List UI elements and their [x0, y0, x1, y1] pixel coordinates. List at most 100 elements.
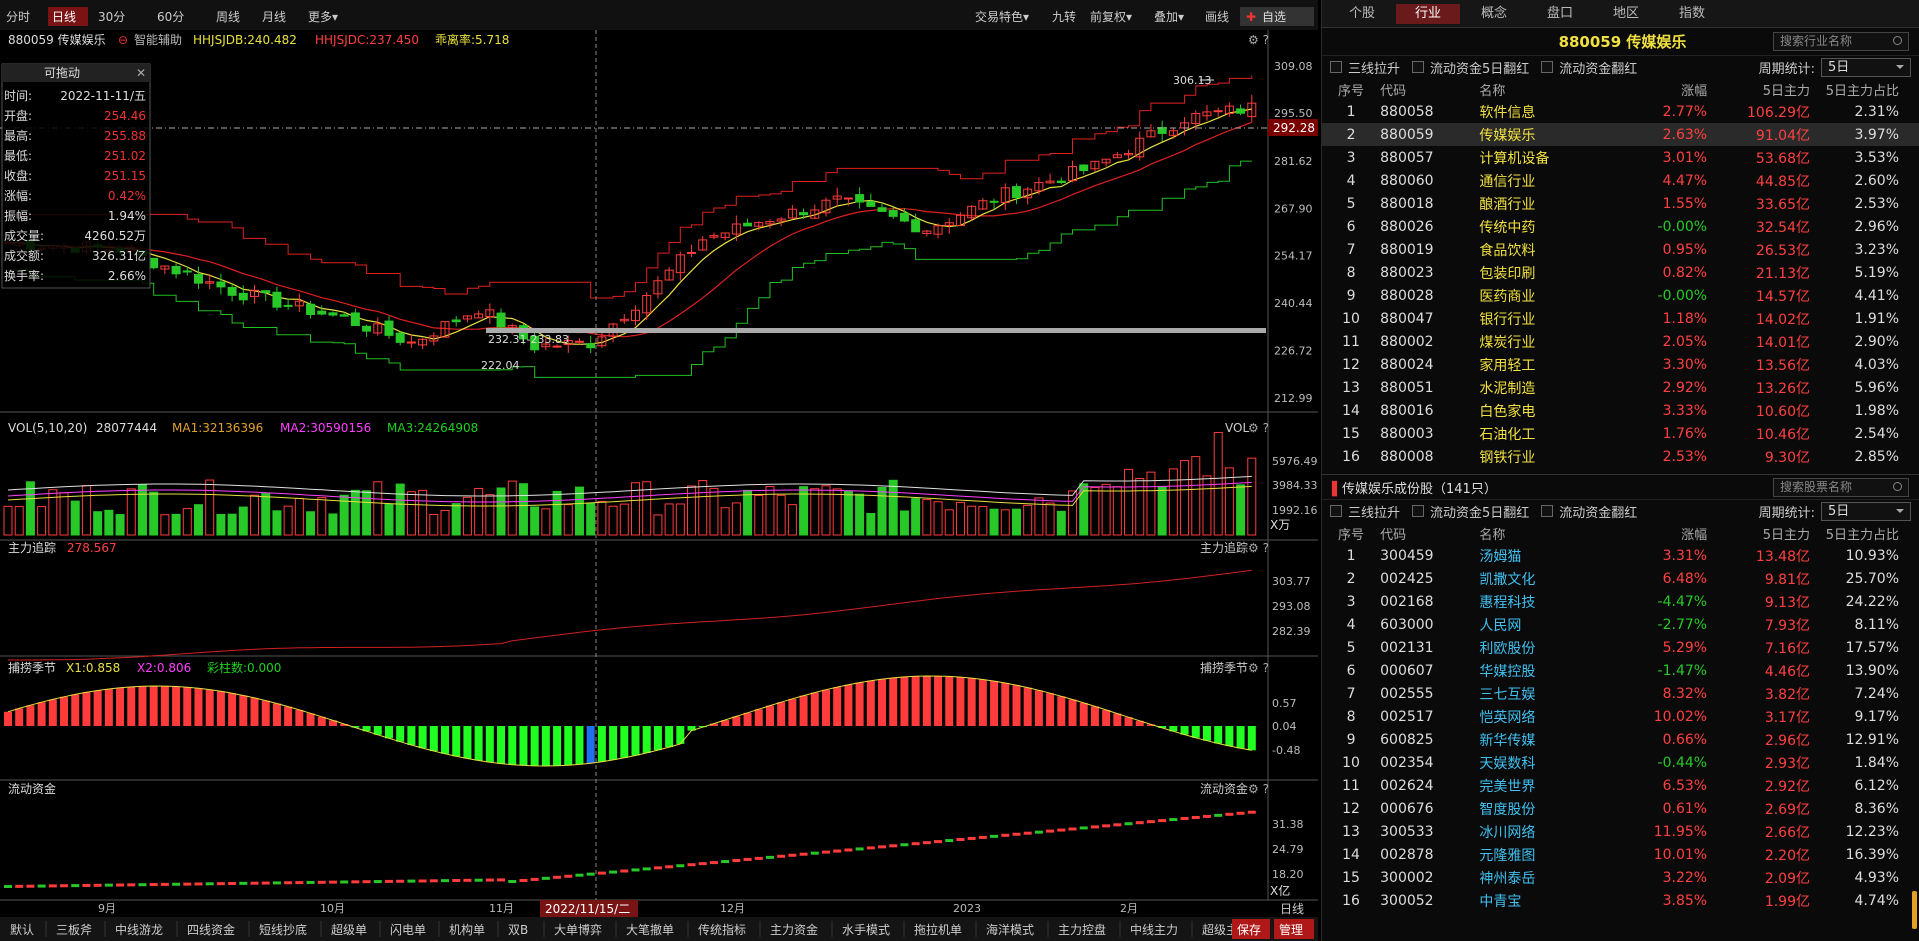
bottom-tab[interactable]: 默认 — [10, 922, 34, 937]
toolbar-btn[interactable]: 分时 — [6, 10, 30, 24]
industry-search-input[interactable]: 搜索行业名称 — [1772, 32, 1909, 51]
watch-button[interactable]: 自选 — [1262, 10, 1286, 24]
checkbox-icon[interactable] — [1412, 61, 1425, 73]
bottom-tab[interactable]: 超级单 — [331, 922, 367, 937]
table-row[interactable]: 11 880002 煤炭行业 2.05% 14.01亿 2.90% — [1322, 330, 1919, 353]
table-row[interactable]: 13 300533 冰川网络 11.95% 2.66亿 12.23% — [1322, 820, 1919, 843]
scrollbar-thumb[interactable] — [1912, 891, 1917, 929]
table-row[interactable]: 9 600825 新华传媒 0.66% 2.96亿 12.91% — [1322, 728, 1919, 751]
bottom-tab[interactable]: 四线资金 — [187, 922, 235, 937]
toolbar-right-btn[interactable]: 画线 — [1205, 10, 1229, 24]
col-header[interactable]: 序号 — [1322, 522, 1380, 544]
bottom-tab[interactable]: 大单博弈 — [554, 922, 602, 937]
stock-search-input[interactable]: 搜索股票名称 — [1773, 477, 1909, 497]
table-row[interactable]: 3 002168 惠程科技 -4.47% 9.13亿 24.22% — [1322, 590, 1919, 613]
table-row[interactable]: 1 880058 软件信息 2.77% 106.29亿 2.31% — [1322, 100, 1919, 123]
toolbar-right-btn[interactable]: 前复权▾ — [1090, 9, 1132, 24]
table-row[interactable]: 16 880008 钢铁行业 2.53% 9.30亿 2.85% — [1322, 445, 1919, 468]
table-row[interactable]: 14 002878 元隆雅图 10.01% 2.20亿 16.39% — [1322, 843, 1919, 866]
bottom-tab[interactable]: 短线抄底 — [259, 922, 307, 937]
table-row[interactable]: 7 002555 三七互娱 8.32% 3.82亿 7.24% — [1322, 682, 1919, 705]
bottom-tab[interactable]: 闪电单 — [390, 923, 426, 937]
table-row[interactable]: 2 002425 凯撒文化 6.48% 9.81亿 25.70% — [1322, 567, 1919, 590]
filter-2[interactable]: 流动资金翻红 — [1541, 502, 1637, 521]
bottom-tab[interactable]: 拖拉机单 — [914, 922, 962, 937]
table-row[interactable]: 6 000607 华媒控股 -1.47% 4.46亿 13.90% — [1322, 659, 1919, 682]
period-select[interactable]: 5日 — [1821, 57, 1911, 77]
filter-1[interactable]: 流动资金5日翻红 — [1412, 58, 1529, 77]
bottom-tab[interactable]: 大笔撤单 — [626, 922, 674, 937]
table-row[interactable]: 16 300052 中青宝 3.85% 1.99亿 4.74% — [1322, 889, 1919, 912]
save-button[interactable]: 保存 — [1237, 923, 1261, 937]
filter-0[interactable]: 三线拉升 — [1330, 502, 1400, 521]
chart-area[interactable]: 309.08 295.50 281.62 267.90 254.17 240.44 226.… — [0, 0, 1318, 941]
table-row[interactable]: 15 300002 神州泰岳 3.22% 2.09亿 4.93% — [1322, 866, 1919, 889]
checkbox-icon[interactable] — [1412, 505, 1425, 517]
bottom-tab[interactable]: 传统指标 — [698, 922, 746, 937]
table-row[interactable]: 2 880059 传媒娱乐 2.63% 91.04亿 3.97% — [1322, 123, 1919, 146]
bottom-tab[interactable]: 中线游龙 — [115, 922, 163, 937]
table-row[interactable]: 4 880060 通信行业 4.47% 44.85亿 2.60% — [1322, 169, 1919, 192]
table-row[interactable]: 8 002517 恺英网络 10.02% 3.17亿 9.17% — [1322, 705, 1919, 728]
table-row[interactable]: 15 880003 石油化工 1.76% 10.46亿 2.54% — [1322, 422, 1919, 445]
bottom-tab[interactable]: 海洋模式 — [986, 922, 1034, 937]
bottom-tab[interactable]: 双B — [508, 923, 528, 937]
bottom-tab[interactable]: 三板斧 — [56, 923, 92, 937]
table-row[interactable]: 3 880057 计算机设备 3.01% 53.68亿 3.53% — [1322, 146, 1919, 169]
table-row[interactable]: 9 880028 医药商业 -0.00% 14.57亿 4.41% — [1322, 284, 1919, 307]
table-row[interactable]: 13 880051 水泥制造 2.92% 13.26亿 5.96% — [1322, 376, 1919, 399]
col-header[interactable]: 5日主力占比 — [1810, 78, 1919, 100]
col-header[interactable]: 序号 — [1322, 78, 1380, 100]
filter-2[interactable]: 流动资金翻红 — [1541, 58, 1637, 77]
table-row[interactable]: 14 880016 白色家电 3.33% 10.60亿 1.98% — [1322, 399, 1919, 422]
side-tab-3[interactable]: 盘口 — [1528, 4, 1592, 24]
toolbar-right-btn[interactable]: 叠加▾ — [1154, 10, 1184, 24]
checkbox-icon[interactable] — [1330, 505, 1342, 517]
col-header[interactable]: 名称 — [1479, 78, 1610, 100]
checkbox-icon[interactable] — [1541, 61, 1554, 73]
col-header[interactable]: 5日主力占比 — [1810, 522, 1919, 544]
table-row[interactable]: 10 002354 天娱数科 -0.44% 2.93亿 1.84% — [1322, 751, 1919, 774]
bottom-tab[interactable]: 机构单 — [449, 922, 485, 937]
bottom-tab[interactable]: 主力控盘 — [1058, 922, 1106, 937]
col-header[interactable]: 5日主力 — [1707, 522, 1810, 544]
table-row[interactable]: 12 880024 家用轻工 3.30% 13.56亿 4.03% — [1322, 353, 1919, 376]
side-tab-1[interactable]: 行业 — [1396, 3, 1460, 24]
bottom-tab[interactable]: 水手模式 — [842, 923, 890, 937]
col-header[interactable]: 5日主力 — [1707, 78, 1810, 100]
col-header[interactable]: 涨幅 — [1610, 78, 1707, 100]
col-header[interactable]: 代码 — [1380, 78, 1479, 100]
table-row[interactable]: 5 880018 酿酒行业 1.55% 33.65亿 2.53% — [1322, 192, 1919, 215]
side-tab-2[interactable]: 概念 — [1462, 4, 1526, 24]
checkbox-icon[interactable] — [1541, 505, 1554, 517]
bottom-tab[interactable]: 中线主力 — [1130, 922, 1178, 937]
checkbox-icon[interactable] — [1330, 61, 1342, 73]
toolbar-right-btn[interactable]: 交易特色▾ — [975, 9, 1029, 24]
table-row[interactable]: 8 880023 包装印刷 0.82% 21.13亿 5.19% — [1322, 261, 1919, 284]
col-header[interactable]: 代码 — [1380, 522, 1479, 544]
side-tab-5[interactable]: 指数 — [1660, 4, 1724, 24]
side-tab-4[interactable]: 地区 — [1594, 4, 1658, 24]
toolbar-btn[interactable]: 月线 — [262, 10, 286, 24]
col-header[interactable]: 涨幅 — [1610, 522, 1707, 544]
toolbar-right-btn[interactable]: 九转 — [1052, 9, 1076, 24]
table-row[interactable]: 10 880047 银行行业 1.18% 14.02亿 1.91% — [1322, 307, 1919, 330]
toolbar-btn[interactable]: 30分 — [98, 10, 125, 24]
manage-button[interactable]: 管理 — [1279, 922, 1303, 937]
table-row[interactable]: 6 880026 传统中药 -0.00% 32.54亿 2.96% — [1322, 215, 1919, 238]
close-icon[interactable]: ✕ — [136, 66, 146, 80]
table-row[interactable]: 1 300459 汤姆猫 3.31% 13.48亿 10.93% — [1322, 544, 1919, 567]
filter-1[interactable]: 流动资金5日翻红 — [1412, 502, 1529, 521]
table-row[interactable]: 5 002131 利欧股份 5.29% 7.16亿 17.57% — [1322, 636, 1919, 659]
table-row[interactable]: 7 880019 食品饮料 0.95% 26.53亿 3.23% — [1322, 238, 1919, 261]
table-row[interactable]: 12 000676 智度股份 0.61% 2.69亿 8.36% — [1322, 797, 1919, 820]
side-tab-0[interactable]: 个股 — [1330, 4, 1394, 24]
col-header[interactable]: 名称 — [1479, 522, 1610, 544]
toolbar-btn[interactable]: 60分 — [157, 10, 184, 24]
period-select[interactable]: 5日 — [1821, 501, 1911, 521]
toolbar-btn[interactable]: 周线 — [216, 10, 240, 24]
bottom-tab[interactable]: 主力资金 — [770, 922, 818, 937]
toolbar-btn[interactable]: 更多▾ — [308, 10, 338, 24]
filter-0[interactable]: 三线拉升 — [1330, 58, 1400, 77]
toolbar-btn[interactable]: 日线 — [52, 10, 76, 24]
